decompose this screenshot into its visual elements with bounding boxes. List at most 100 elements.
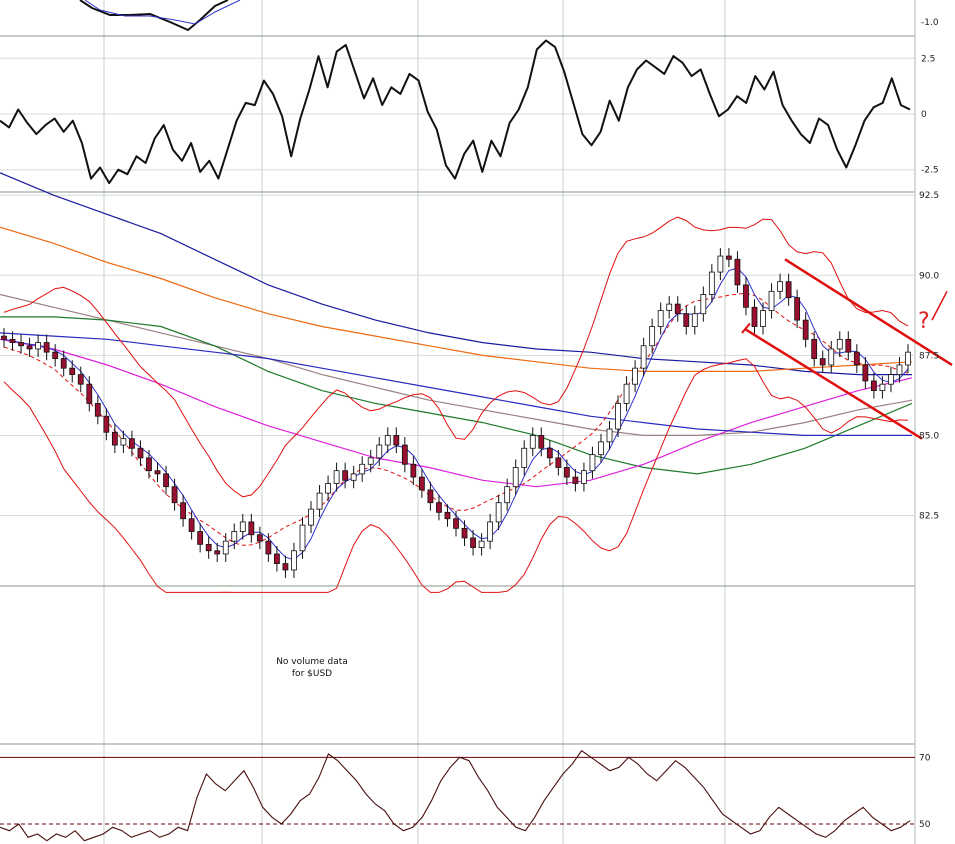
candle-body xyxy=(555,457,562,468)
candle-body xyxy=(615,403,621,430)
candle-body xyxy=(214,550,221,555)
candle-body xyxy=(521,447,528,468)
candle-body xyxy=(1,335,7,340)
candle-body xyxy=(350,473,357,481)
candle-body xyxy=(205,543,212,552)
moving-average-line xyxy=(0,172,912,376)
candle-body xyxy=(325,483,331,494)
tick-label: -1.0 xyxy=(921,18,939,28)
candle-body xyxy=(342,470,349,481)
candle-body xyxy=(60,358,67,369)
breakout-arrow-line xyxy=(931,290,948,321)
candle-body xyxy=(427,489,434,504)
candle-body xyxy=(453,518,459,529)
candle-body xyxy=(495,502,502,523)
tick-label: 90.0 xyxy=(919,271,939,281)
candle-body xyxy=(26,345,33,350)
candle-body xyxy=(171,486,178,504)
candle-body xyxy=(487,521,494,542)
top-indicator-signal xyxy=(84,0,241,25)
candle-body xyxy=(77,374,84,385)
candle-body xyxy=(180,502,186,520)
tick-label: 92.5 xyxy=(919,191,939,201)
candle-body xyxy=(129,438,135,449)
stock-chart: No volume data for $USD -1.0 2.5 0 -2.5 92.5… xyxy=(0,0,953,844)
volume-note-line2: for $USD xyxy=(292,669,332,679)
candle-body xyxy=(896,364,903,375)
candle-body xyxy=(239,521,246,532)
candle-body xyxy=(470,537,476,548)
volume-note-line1: No volume data xyxy=(276,657,348,667)
candle-body xyxy=(529,435,536,449)
candle-body xyxy=(606,428,613,443)
candle-body xyxy=(94,403,101,417)
candle-body xyxy=(43,342,50,353)
candle-body xyxy=(760,310,766,327)
candle-body xyxy=(743,284,749,308)
price-panel xyxy=(0,172,953,593)
candle-body xyxy=(137,447,144,459)
candle-body xyxy=(401,444,408,465)
bottom-indicator-panel xyxy=(0,749,911,842)
candle-body xyxy=(546,447,553,459)
candle-body xyxy=(291,550,297,571)
candle-body xyxy=(708,271,715,295)
grid-lines xyxy=(0,0,916,844)
candle-body xyxy=(819,358,826,366)
candle-body xyxy=(316,492,323,510)
candle-body xyxy=(197,531,204,545)
tick-label: -2.5 xyxy=(921,166,939,176)
candle-body xyxy=(86,383,93,404)
candle-body xyxy=(598,441,604,456)
tick-label: 82.5 xyxy=(919,512,939,522)
candle-body xyxy=(734,258,741,286)
candle-body xyxy=(836,338,843,350)
question-mark-annotation: ? xyxy=(918,309,930,334)
channel-lower-line xyxy=(745,328,923,440)
candle-body xyxy=(35,342,42,350)
candle-body xyxy=(666,303,673,311)
tick-label: 2.5 xyxy=(921,54,935,64)
candle-body xyxy=(845,338,852,353)
candle-body xyxy=(623,383,630,404)
candle-body xyxy=(299,524,306,552)
candle-body xyxy=(461,527,468,539)
candle-body xyxy=(649,326,656,347)
candle-body xyxy=(828,348,835,366)
candle-body xyxy=(589,454,596,472)
candle-body xyxy=(376,444,383,459)
candle-body xyxy=(777,281,783,292)
candle-body xyxy=(683,313,690,327)
moving-average-line xyxy=(0,316,913,475)
candle-body xyxy=(478,540,485,548)
tick-label: 85.0 xyxy=(919,431,939,441)
tick-label: 0 xyxy=(921,110,927,120)
tick-label: 87.5 xyxy=(919,351,939,361)
candle-body xyxy=(700,294,707,315)
candle-body xyxy=(393,435,400,446)
candle-body xyxy=(632,367,638,385)
price-axis: -1.0 2.5 0 -2.5 92.5 90.0 87.5 85.0 82.5 70 50 xyxy=(919,18,939,830)
tick-label: 50 xyxy=(919,820,931,830)
candle-body xyxy=(18,342,24,347)
candle-body xyxy=(581,470,587,484)
candle-body xyxy=(811,338,818,359)
candle-body xyxy=(444,511,451,520)
candle-body xyxy=(154,470,161,475)
candle-body xyxy=(862,364,869,382)
candle-body xyxy=(657,310,664,327)
moving-average-line xyxy=(0,226,913,372)
bollinger-lower xyxy=(3,358,909,593)
candle-body xyxy=(674,303,681,315)
candle-body xyxy=(905,351,911,366)
candle-body xyxy=(222,540,229,555)
volume-panel: No volume data for $USD xyxy=(276,657,348,679)
candle-body xyxy=(359,463,366,475)
top-indicator-line xyxy=(79,0,229,32)
candle-body xyxy=(572,476,579,484)
tick-label: 70 xyxy=(919,753,931,763)
candle-body xyxy=(538,435,545,449)
candle-body xyxy=(248,521,255,536)
candle-body xyxy=(333,470,340,484)
candle-body xyxy=(146,457,152,472)
